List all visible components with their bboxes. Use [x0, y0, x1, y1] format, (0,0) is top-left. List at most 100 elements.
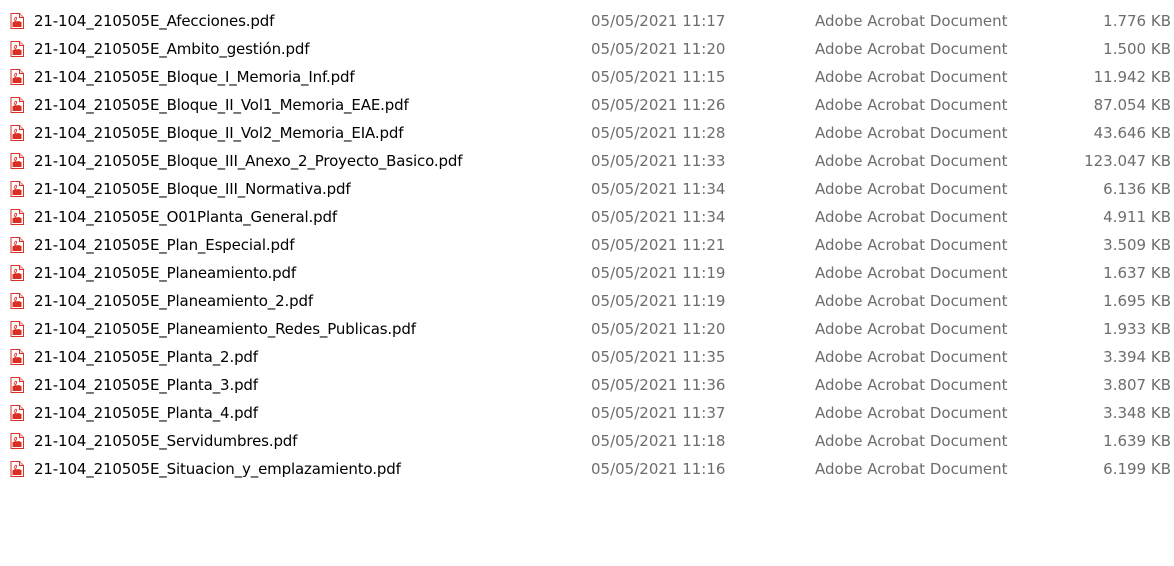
file-row[interactable]: 21-104_210505E_Bloque_I_Memoria_Inf.pdf …	[0, 64, 1174, 92]
file-type: Adobe Acrobat Document	[815, 124, 1008, 142]
file-date-modified: 05/05/2021 11:26	[591, 96, 726, 114]
file-row[interactable]: 21-104_210505E_Situacion_y_emplazamiento…	[0, 456, 1174, 484]
pdf-file-icon	[10, 209, 24, 225]
file-type: Adobe Acrobat Document	[815, 460, 1008, 478]
file-date-modified: 05/05/2021 11:17	[591, 12, 726, 30]
file-name: 21-104_210505E_Afecciones.pdf	[34, 12, 275, 30]
file-row[interactable]: 21-104_210505E_Planeamiento_Redes_Public…	[0, 316, 1174, 344]
file-name: 21-104_210505E_Bloque_III_Normativa.pdf	[34, 180, 351, 198]
file-row[interactable]: 21-104_210505E_Planeamiento_2.pdf 05/05/…	[0, 288, 1174, 316]
file-name: 21-104_210505E_Planeamiento.pdf	[34, 264, 296, 282]
file-name: 21-104_210505E_Bloque_III_Anexo_2_Proyec…	[34, 152, 463, 170]
file-size: 87.054 KB	[1093, 96, 1171, 114]
file-size: 3.509 KB	[1103, 236, 1171, 254]
file-date-modified: 05/05/2021 11:19	[591, 292, 726, 310]
pdf-file-icon	[10, 293, 24, 309]
file-size: 43.646 KB	[1093, 124, 1171, 142]
file-name: 21-104_210505E_Situacion_y_emplazamiento…	[34, 460, 401, 478]
file-size: 1.637 KB	[1103, 264, 1171, 282]
file-size: 3.807 KB	[1103, 376, 1171, 394]
pdf-file-icon	[10, 153, 24, 169]
file-row[interactable]: 21-104_210505E_Plan_Especial.pdf 05/05/2…	[0, 232, 1174, 260]
file-date-modified: 05/05/2021 11:35	[591, 348, 726, 366]
file-name: 21-104_210505E_Bloque_I_Memoria_Inf.pdf	[34, 68, 355, 86]
file-row[interactable]: 21-104_210505E_Bloque_II_Vol1_Memoria_EA…	[0, 92, 1174, 120]
file-name: 21-104_210505E_Planta_3.pdf	[34, 376, 258, 394]
pdf-file-icon	[10, 265, 24, 281]
file-row[interactable]: 21-104_210505E_Planta_4.pdf 05/05/2021 1…	[0, 400, 1174, 428]
file-row[interactable]: 21-104_210505E_Planta_3.pdf 05/05/2021 1…	[0, 372, 1174, 400]
file-date-modified: 05/05/2021 11:16	[591, 460, 726, 478]
file-size: 11.942 KB	[1093, 68, 1171, 86]
file-name: 21-104_210505E_Planta_4.pdf	[34, 404, 258, 422]
file-row[interactable]: 21-104_210505E_Servidumbres.pdf 05/05/20…	[0, 428, 1174, 456]
pdf-file-icon	[10, 125, 24, 141]
pdf-file-icon	[10, 433, 24, 449]
pdf-file-icon	[10, 13, 24, 29]
file-type: Adobe Acrobat Document	[815, 404, 1008, 422]
file-date-modified: 05/05/2021 11:21	[591, 236, 726, 254]
file-type: Adobe Acrobat Document	[815, 264, 1008, 282]
file-row[interactable]: 21-104_210505E_Ambito_gestión.pdf 05/05/…	[0, 36, 1174, 64]
file-date-modified: 05/05/2021 11:34	[591, 208, 726, 226]
file-name: 21-104_210505E_Ambito_gestión.pdf	[34, 40, 310, 58]
file-date-modified: 05/05/2021 11:33	[591, 152, 726, 170]
file-type: Adobe Acrobat Document	[815, 376, 1008, 394]
file-size: 1.695 KB	[1103, 292, 1171, 310]
file-size: 1.933 KB	[1103, 320, 1171, 338]
file-type: Adobe Acrobat Document	[815, 320, 1008, 338]
file-size: 6.199 KB	[1103, 460, 1171, 478]
pdf-file-icon	[10, 321, 24, 337]
file-size: 123.047 KB	[1084, 152, 1171, 170]
file-name: 21-104_210505E_Servidumbres.pdf	[34, 432, 298, 450]
file-size: 4.911 KB	[1103, 208, 1171, 226]
file-date-modified: 05/05/2021 11:37	[591, 404, 726, 422]
file-size: 1.500 KB	[1103, 40, 1171, 58]
file-row[interactable]: 21-104_210505E_Planta_2.pdf 05/05/2021 1…	[0, 344, 1174, 372]
file-type: Adobe Acrobat Document	[815, 152, 1008, 170]
file-date-modified: 05/05/2021 11:34	[591, 180, 726, 198]
file-date-modified: 05/05/2021 11:18	[591, 432, 726, 450]
file-date-modified: 05/05/2021 11:36	[591, 376, 726, 394]
file-type: Adobe Acrobat Document	[815, 180, 1008, 198]
pdf-file-icon	[10, 377, 24, 393]
file-row[interactable]: 21-104_210505E_Bloque_III_Normativa.pdf …	[0, 176, 1174, 204]
file-date-modified: 05/05/2021 11:15	[591, 68, 726, 86]
file-type: Adobe Acrobat Document	[815, 40, 1008, 58]
file-name: 21-104_210505E_Plan_Especial.pdf	[34, 236, 295, 254]
file-row[interactable]: 21-104_210505E_Planeamiento.pdf 05/05/20…	[0, 260, 1174, 288]
file-type: Adobe Acrobat Document	[815, 432, 1008, 450]
file-date-modified: 05/05/2021 11:19	[591, 264, 726, 282]
pdf-file-icon	[10, 69, 24, 85]
file-date-modified: 05/05/2021 11:20	[591, 40, 726, 58]
file-name: 21-104_210505E_Planta_2.pdf	[34, 348, 258, 366]
file-row[interactable]: 21-104_210505E_Afecciones.pdf 05/05/2021…	[0, 8, 1174, 36]
file-size: 3.394 KB	[1103, 348, 1171, 366]
file-row[interactable]: 21-104_210505E_Bloque_III_Anexo_2_Proyec…	[0, 148, 1174, 176]
file-size: 6.136 KB	[1103, 180, 1171, 198]
file-date-modified: 05/05/2021 11:28	[591, 124, 726, 142]
file-size: 1.639 KB	[1103, 432, 1171, 450]
file-name: 21-104_210505E_Bloque_II_Vol1_Memoria_EA…	[34, 96, 409, 114]
file-row[interactable]: 21-104_210505E_Bloque_II_Vol2_Memoria_EI…	[0, 120, 1174, 148]
file-row[interactable]: 21-104_210505E_O01Planta_General.pdf 05/…	[0, 204, 1174, 232]
file-name: 21-104_210505E_Bloque_II_Vol2_Memoria_EI…	[34, 124, 404, 142]
file-type: Adobe Acrobat Document	[815, 348, 1008, 366]
file-type: Adobe Acrobat Document	[815, 292, 1008, 310]
file-type: Adobe Acrobat Document	[815, 236, 1008, 254]
file-list: 21-104_210505E_Afecciones.pdf 05/05/2021…	[0, 8, 1174, 484]
file-name: 21-104_210505E_Planeamiento_Redes_Public…	[34, 320, 416, 338]
pdf-file-icon	[10, 41, 24, 57]
file-type: Adobe Acrobat Document	[815, 68, 1008, 86]
file-type: Adobe Acrobat Document	[815, 208, 1008, 226]
file-date-modified: 05/05/2021 11:20	[591, 320, 726, 338]
pdf-file-icon	[10, 181, 24, 197]
file-name: 21-104_210505E_O01Planta_General.pdf	[34, 208, 338, 226]
file-size: 1.776 KB	[1103, 12, 1171, 30]
file-type: Adobe Acrobat Document	[815, 12, 1008, 30]
pdf-file-icon	[10, 461, 24, 477]
pdf-file-icon	[10, 97, 24, 113]
file-type: Adobe Acrobat Document	[815, 96, 1008, 114]
file-size: 3.348 KB	[1103, 404, 1171, 422]
pdf-file-icon	[10, 349, 24, 365]
